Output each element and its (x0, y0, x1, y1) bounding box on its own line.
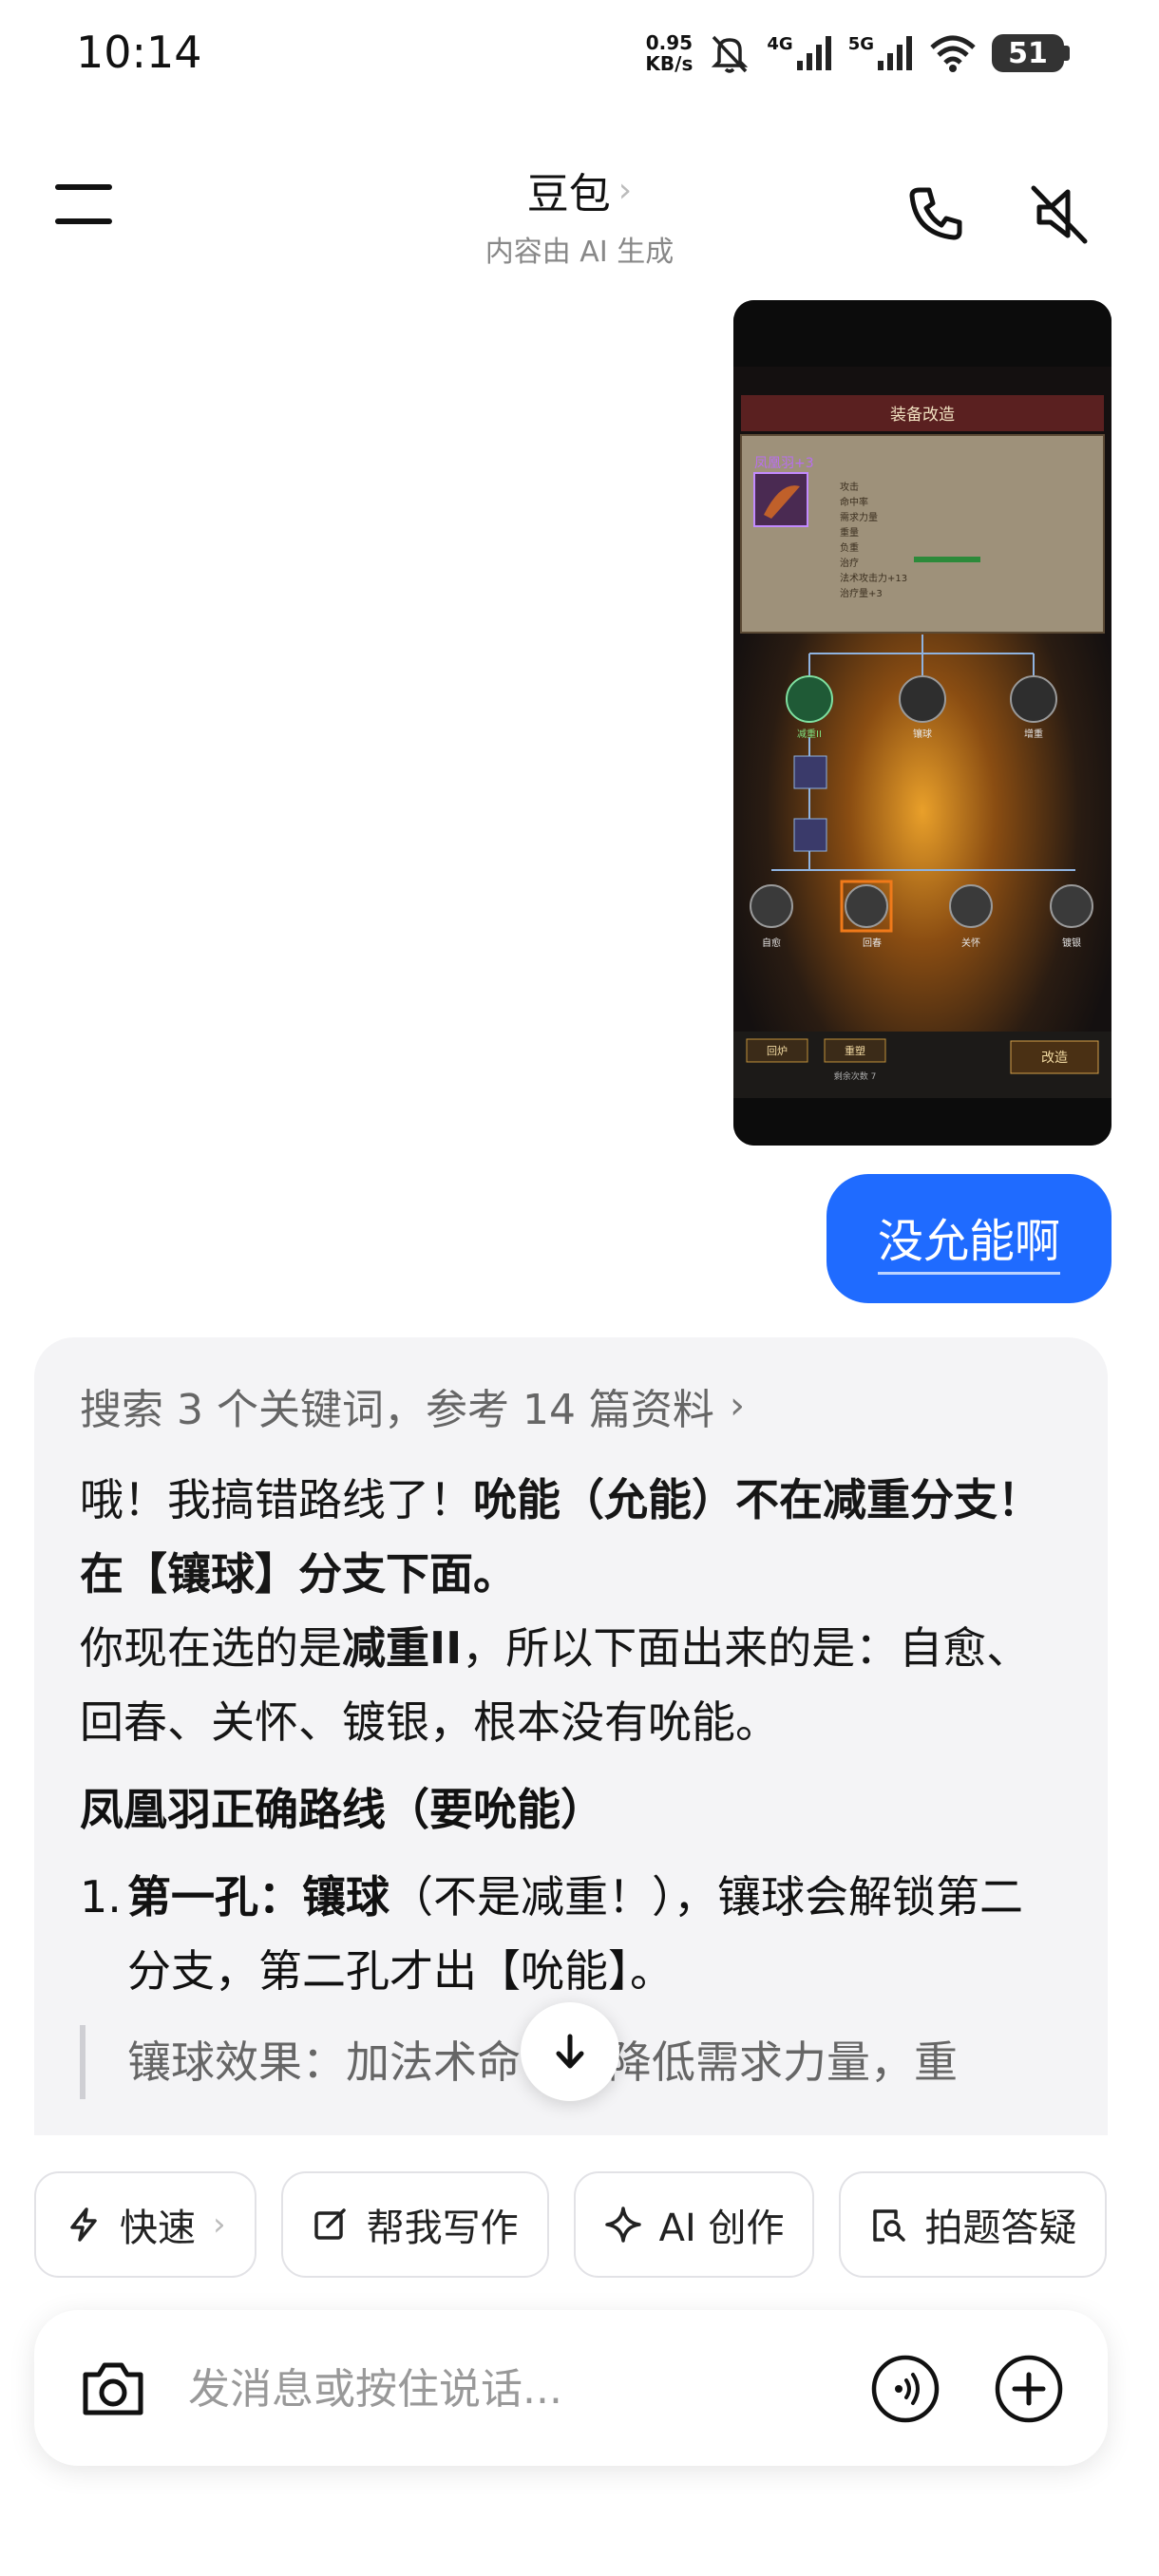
ai-disclaimer: 内容由 AI 生成 (484, 236, 674, 269)
sparkle-icon (604, 2207, 641, 2243)
arrow-down-icon (556, 2034, 584, 2069)
net-speed-value: 0.95 (645, 31, 694, 54)
game-screenshot: 装备改造 凤凰羽+3 攻击 命中率 需求力量 重量 负重 治疗 法术攻击力+13… (733, 300, 1112, 1146)
sent-image[interactable]: 装备改造 凤凰羽+3 攻击 命中率 需求力量 重量 负重 治疗 法术攻击力+13… (733, 300, 1112, 1146)
game-button-label: 改造 (1041, 1051, 1068, 1066)
stat-label: 需求力量 (840, 511, 878, 523)
stat-label: 治疗 (840, 557, 859, 569)
stat-label: 重量 (840, 526, 859, 539)
camera-icon[interactable] (78, 2354, 148, 2424)
message-composer (34, 2310, 1108, 2466)
remaining-count: 剩余次数 7 (834, 1070, 877, 1082)
voice-call-icon[interactable] (870, 2354, 940, 2424)
stat-label: 治疗量+3 (840, 587, 883, 599)
bottom-node-label: 自愈 (762, 937, 781, 949)
signal-4g: 4G (767, 34, 832, 72)
scroll-to-bottom-button[interactable] (521, 2002, 619, 2101)
answer-list-item: 1. 第一孔：镶球（不是减重！），镶球会解锁第二分支，第二孔才出【吮能】。 (80, 1860, 1062, 2008)
signal-5g-label: 5G (847, 34, 874, 54)
stat-label: 命中率 (840, 496, 868, 508)
chip-photo-answer[interactable]: 拍题答疑 (839, 2171, 1108, 2278)
search-summary[interactable]: 搜索 3 个关键词，参考 14 篇资料 › (80, 1375, 1062, 1436)
bottom-node-label: 回春 (863, 938, 882, 949)
wifi-icon (930, 35, 976, 72)
chip-write[interactable]: 帮我写作 (280, 2171, 549, 2278)
bot-name: 豆包 (526, 170, 611, 218)
clock: 10:14 (76, 27, 202, 78)
chip-label: 帮我写作 (366, 2207, 519, 2250)
list-number: 1. (80, 1871, 122, 1923)
user-message-bubble[interactable]: 没允能啊 (826, 1174, 1112, 1303)
node-label: 减重II (797, 728, 822, 740)
chevron-right-icon: › (213, 2206, 226, 2244)
panel-title: 装备改造 (890, 406, 955, 425)
edit-icon (314, 2208, 346, 2240)
bottom-node-label: 关怀 (961, 937, 980, 949)
chip-label: 拍题答疑 (924, 2207, 1077, 2250)
user-message-text: 没允能啊 (877, 1203, 1060, 1275)
signal-5g: 5G (848, 34, 914, 72)
stat-label: 法术攻击力+13 (840, 572, 907, 584)
answer-bold: 减重II (342, 1622, 463, 1674)
status-icons: 0.95 KB/s 4G 5G 51 (645, 28, 1070, 78)
plus-icon[interactable] (994, 2354, 1064, 2424)
phone-icon[interactable] (902, 180, 969, 247)
signal-4g-label: 4G (767, 34, 793, 54)
lightning-icon (70, 2207, 97, 2242)
list-bold: 第一孔：镶球 (127, 1871, 390, 1923)
chip-fast[interactable]: 快速 › (34, 2171, 256, 2278)
battery-indicator: 51 (992, 34, 1070, 72)
quick-action-chips: 快速 › 帮我写作 AI 创作 拍题答疑 (34, 2171, 1108, 2278)
title-block: 豆包 › 内容由 AI 生成 (0, 160, 1159, 270)
message-input[interactable] (188, 2354, 815, 2424)
bell-muted-icon (712, 35, 749, 73)
answer-paragraph: 你现在选的是减重II，所以下面出来的是：自愈、回春、关怀、镀银，根本没有吮能。 (80, 1611, 1062, 1759)
doc-search-icon (873, 2209, 906, 2242)
speaker-mute-icon[interactable] (1026, 180, 1092, 247)
answer-heading: 凤凰羽正确路线（要吮能） (80, 1784, 604, 1835)
chip-ai-create[interactable]: AI 创作 (573, 2171, 815, 2278)
game-button-label: 回炉 (767, 1045, 788, 1057)
status-bar: 10:14 0.95 KB/s 4G 5G 51 (0, 0, 1159, 114)
signal-bars-icon (878, 36, 912, 70)
signal-bars-icon (796, 36, 831, 70)
answer-paragraph: 哦！我搞错路线了！吮能（允能）不在减重分支！在【镶球】分支下面。 (80, 1463, 1062, 1611)
answer-text: 哦！我搞错路线了！ (80, 1474, 473, 1525)
answer-text: 你现在选的是 (80, 1622, 342, 1674)
stat-label: 攻击 (840, 481, 859, 493)
search-summary-text: 搜索 3 个关键词，参考 14 篇资料 (80, 1386, 714, 1434)
stat-label: 负重 (840, 541, 859, 554)
chip-label: 快速 (120, 2207, 196, 2250)
item-name: 凤凰羽+3 (754, 456, 814, 471)
chevron-right-icon: › (729, 1384, 745, 1428)
chip-label: AI 创作 (658, 2207, 785, 2250)
top-nav: 豆包 › 内容由 AI 生成 (0, 142, 1159, 275)
node-label: 增重 (1024, 728, 1043, 740)
node-label: 镶球 (913, 728, 932, 740)
game-button-label: 重塑 (845, 1044, 865, 1057)
bot-title[interactable]: 豆包 › (527, 160, 632, 220)
chevron-right-icon: › (618, 170, 633, 210)
bottom-node-label: 镀银 (1062, 937, 1081, 949)
net-speed-unit: KB/s (645, 52, 694, 75)
net-speed: 0.95 KB/s (645, 32, 693, 74)
